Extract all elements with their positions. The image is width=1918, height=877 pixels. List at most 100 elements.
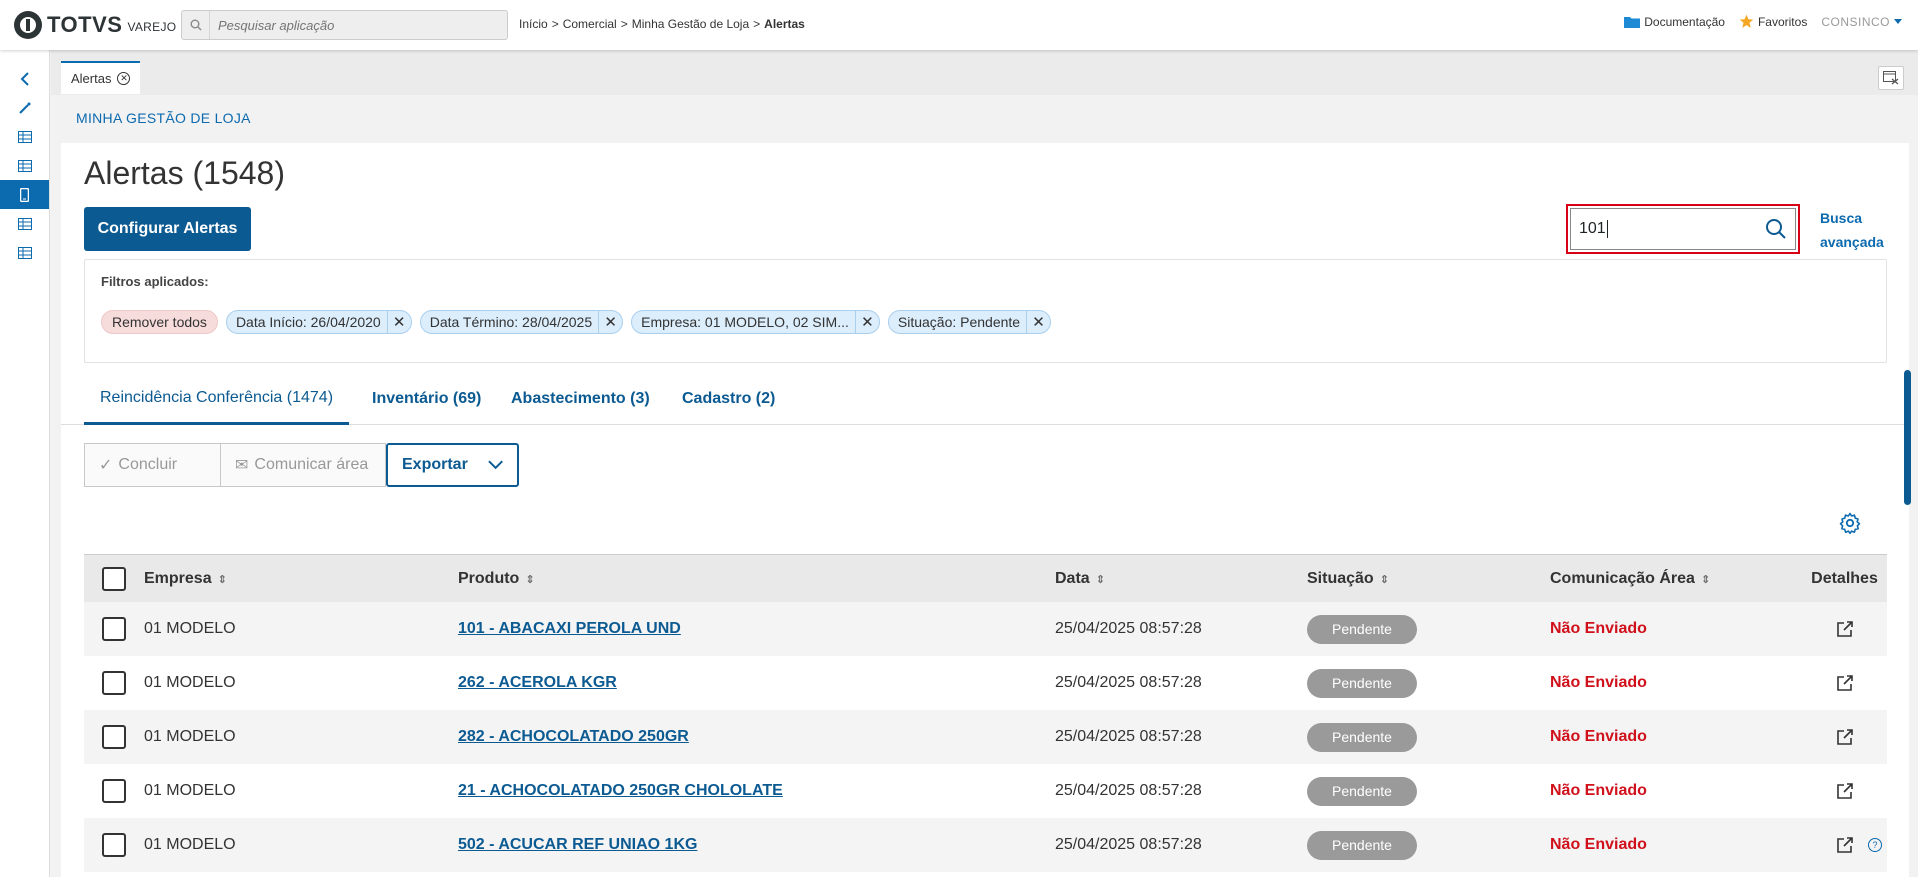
cell-produto: 101 - ABACAXI PEROLA UND bbox=[458, 620, 1055, 638]
sidebar-item-table-3[interactable] bbox=[0, 209, 49, 238]
column-label: Data bbox=[1055, 569, 1090, 587]
sort-icon: ⇕ bbox=[1700, 573, 1711, 586]
tab-inventario[interactable]: Inventário (69) bbox=[356, 373, 497, 425]
breadcrumb-item[interactable]: Minha Gestão de Loja bbox=[632, 17, 749, 31]
cell-produto: 502 - ACUCAR REF UNIAO 1KG bbox=[458, 836, 1055, 854]
product-link[interactable]: 282 - ACHOCOLATADO 250GR bbox=[458, 728, 689, 745]
close-icon[interactable]: ✕ bbox=[386, 311, 411, 333]
star-icon bbox=[1739, 14, 1754, 28]
conclude-button[interactable]: ✓ Concluir bbox=[84, 443, 221, 487]
product-link[interactable]: 262 - ACEROLA KGR bbox=[458, 674, 617, 691]
column-header-situacao[interactable]: Situação ⇕ bbox=[1307, 570, 1550, 588]
close-icon[interactable]: ✕ bbox=[854, 311, 879, 333]
gear-icon bbox=[1839, 512, 1861, 535]
communicate-area-button[interactable]: ✉ Comunicar área bbox=[221, 443, 386, 487]
quick-search[interactable]: 101 bbox=[1566, 204, 1800, 254]
row-checkbox[interactable] bbox=[102, 833, 126, 857]
applied-filters-panel: Filtros aplicados: Remover todos Data In… bbox=[84, 259, 1887, 363]
external-link-icon[interactable] bbox=[1836, 674, 1854, 692]
tab-strip: Alertas ✕ bbox=[51, 50, 1918, 95]
breadcrumb-item[interactable]: Início bbox=[519, 17, 548, 31]
sidebar-item-table-4[interactable] bbox=[0, 238, 49, 267]
main-content: Alertas (1548) Configurar Alertas 101 Bu… bbox=[61, 143, 1909, 877]
row-checkbox[interactable] bbox=[102, 725, 126, 749]
remove-all-filters[interactable]: Remover todos bbox=[101, 310, 218, 334]
close-icon[interactable]: ✕ bbox=[1026, 311, 1050, 333]
filters-label: Filtros aplicados: bbox=[101, 274, 209, 289]
column-header-data[interactable]: Data ⇕ bbox=[1055, 570, 1307, 588]
filter-chip-status: Situação: Pendente ✕ bbox=[887, 310, 1052, 334]
table-icon bbox=[17, 246, 32, 259]
status-badge: Pendente bbox=[1307, 614, 1417, 644]
configure-alerts-button[interactable]: Configurar Alertas bbox=[84, 207, 251, 251]
sidebar-item-mobile[interactable] bbox=[0, 180, 49, 209]
column-header-produto[interactable]: Produto ⇕ bbox=[458, 570, 1055, 588]
advanced-search-link[interactable]: Busca avançada bbox=[1820, 206, 1884, 254]
favorites-link[interactable]: Favoritos bbox=[1739, 14, 1807, 29]
export-button[interactable]: Exportar bbox=[386, 443, 519, 487]
table-settings-button[interactable] bbox=[1838, 511, 1862, 535]
product-link[interactable]: 502 - ACUCAR REF UNIAO 1KG bbox=[458, 836, 697, 853]
select-all-checkbox[interactable] bbox=[102, 566, 126, 591]
tab-abastecimento[interactable]: Abastecimento (3) bbox=[495, 373, 666, 425]
column-header-comunicacao[interactable]: Comunicação Área ⇕ bbox=[1550, 570, 1802, 588]
filter-chips: Remover todos Data Início: 26/04/2020 ✕ … bbox=[101, 310, 1052, 334]
close-icon[interactable]: ✕ bbox=[598, 311, 622, 333]
status-badge: Pendente bbox=[1307, 776, 1417, 806]
sidebar-item-table-2[interactable] bbox=[0, 151, 49, 180]
collapse-sidebar-button[interactable] bbox=[0, 64, 49, 93]
help-icon[interactable]: ? bbox=[1868, 838, 1882, 852]
external-link-icon[interactable] bbox=[1836, 620, 1854, 638]
quick-search-field[interactable]: 101 bbox=[1570, 208, 1796, 250]
sidebar-item-tools[interactable] bbox=[0, 93, 49, 122]
tab-alertas[interactable]: Alertas ✕ bbox=[61, 61, 141, 94]
check-icon: ✓ bbox=[99, 457, 113, 474]
cell-detalhes bbox=[1802, 674, 1887, 692]
folder-icon bbox=[1624, 17, 1641, 28]
mail-icon: ✉ bbox=[235, 457, 249, 474]
cell-empresa: 01 MODELO bbox=[144, 728, 236, 745]
external-link-icon[interactable] bbox=[1836, 836, 1854, 854]
product-link[interactable]: 101 - ABACAXI PEROLA UND bbox=[458, 620, 681, 637]
row-checkbox[interactable] bbox=[102, 617, 126, 641]
documentation-link[interactable]: Documentação bbox=[1624, 15, 1725, 29]
tab-reincidencia[interactable]: Reincidência Conferência (1474) bbox=[84, 373, 350, 425]
app-search[interactable] bbox=[181, 10, 508, 40]
table-row: 01 MODELO 502 - ACUCAR REF UNIAO 1KG 25/… bbox=[84, 818, 1887, 872]
cell-detalhes bbox=[1802, 728, 1887, 746]
sort-icon: ⇕ bbox=[1379, 573, 1389, 586]
cell-situacao: Pendente bbox=[1307, 668, 1550, 698]
detail-tabs: Reincidência Conferência (1474) Inventár… bbox=[61, 373, 1909, 425]
status-badge: Pendente bbox=[1307, 668, 1417, 698]
search-icon[interactable] bbox=[1765, 218, 1787, 240]
breadcrumb-item[interactable]: Comercial bbox=[563, 17, 617, 31]
conclude-label: Concluir bbox=[118, 456, 178, 473]
quick-search-input[interactable]: 101 bbox=[1579, 219, 1765, 238]
tab-cadastro[interactable]: Cadastro (2) bbox=[666, 373, 791, 425]
cell-comunicacao: Não Enviado bbox=[1550, 728, 1647, 745]
external-link-icon[interactable] bbox=[1836, 728, 1854, 746]
external-link-icon[interactable] bbox=[1836, 782, 1854, 800]
filter-chip-label: Empresa: 01 MODELO, 02 SIM... bbox=[641, 314, 849, 330]
status-badge: Pendente bbox=[1307, 830, 1417, 860]
app-search-input[interactable] bbox=[210, 17, 490, 33]
row-checkbox[interactable] bbox=[102, 671, 126, 695]
close-icon[interactable]: ✕ bbox=[117, 72, 131, 85]
cell-detalhes bbox=[1802, 782, 1887, 800]
logo-icon bbox=[14, 11, 42, 39]
column-header-empresa[interactable]: Empresa ⇕ bbox=[144, 570, 458, 588]
page-title: Alertas (1548) bbox=[84, 155, 285, 191]
quick-search-value: 101 bbox=[1579, 220, 1606, 238]
sort-icon: ⇕ bbox=[217, 573, 227, 586]
product-link[interactable]: 21 - ACHOCOLATADO 250GR CHOLOLATE bbox=[458, 782, 783, 799]
user-menu[interactable]: CONSINCO bbox=[1821, 15, 1902, 29]
cell-data: 25/04/2025 08:57:28 bbox=[1055, 728, 1202, 745]
close-all-tabs-button[interactable] bbox=[1878, 66, 1904, 90]
totvs-logo[interactable]: TOTVS VAREJO bbox=[14, 11, 184, 39]
cell-data: 25/04/2025 08:57:28 bbox=[1055, 620, 1202, 637]
table-icon bbox=[17, 130, 32, 143]
select-all-cell bbox=[84, 566, 144, 591]
sidebar-item-table-1[interactable] bbox=[0, 122, 49, 151]
page-scrollbar[interactable] bbox=[1904, 370, 1911, 505]
row-checkbox[interactable] bbox=[102, 779, 126, 803]
